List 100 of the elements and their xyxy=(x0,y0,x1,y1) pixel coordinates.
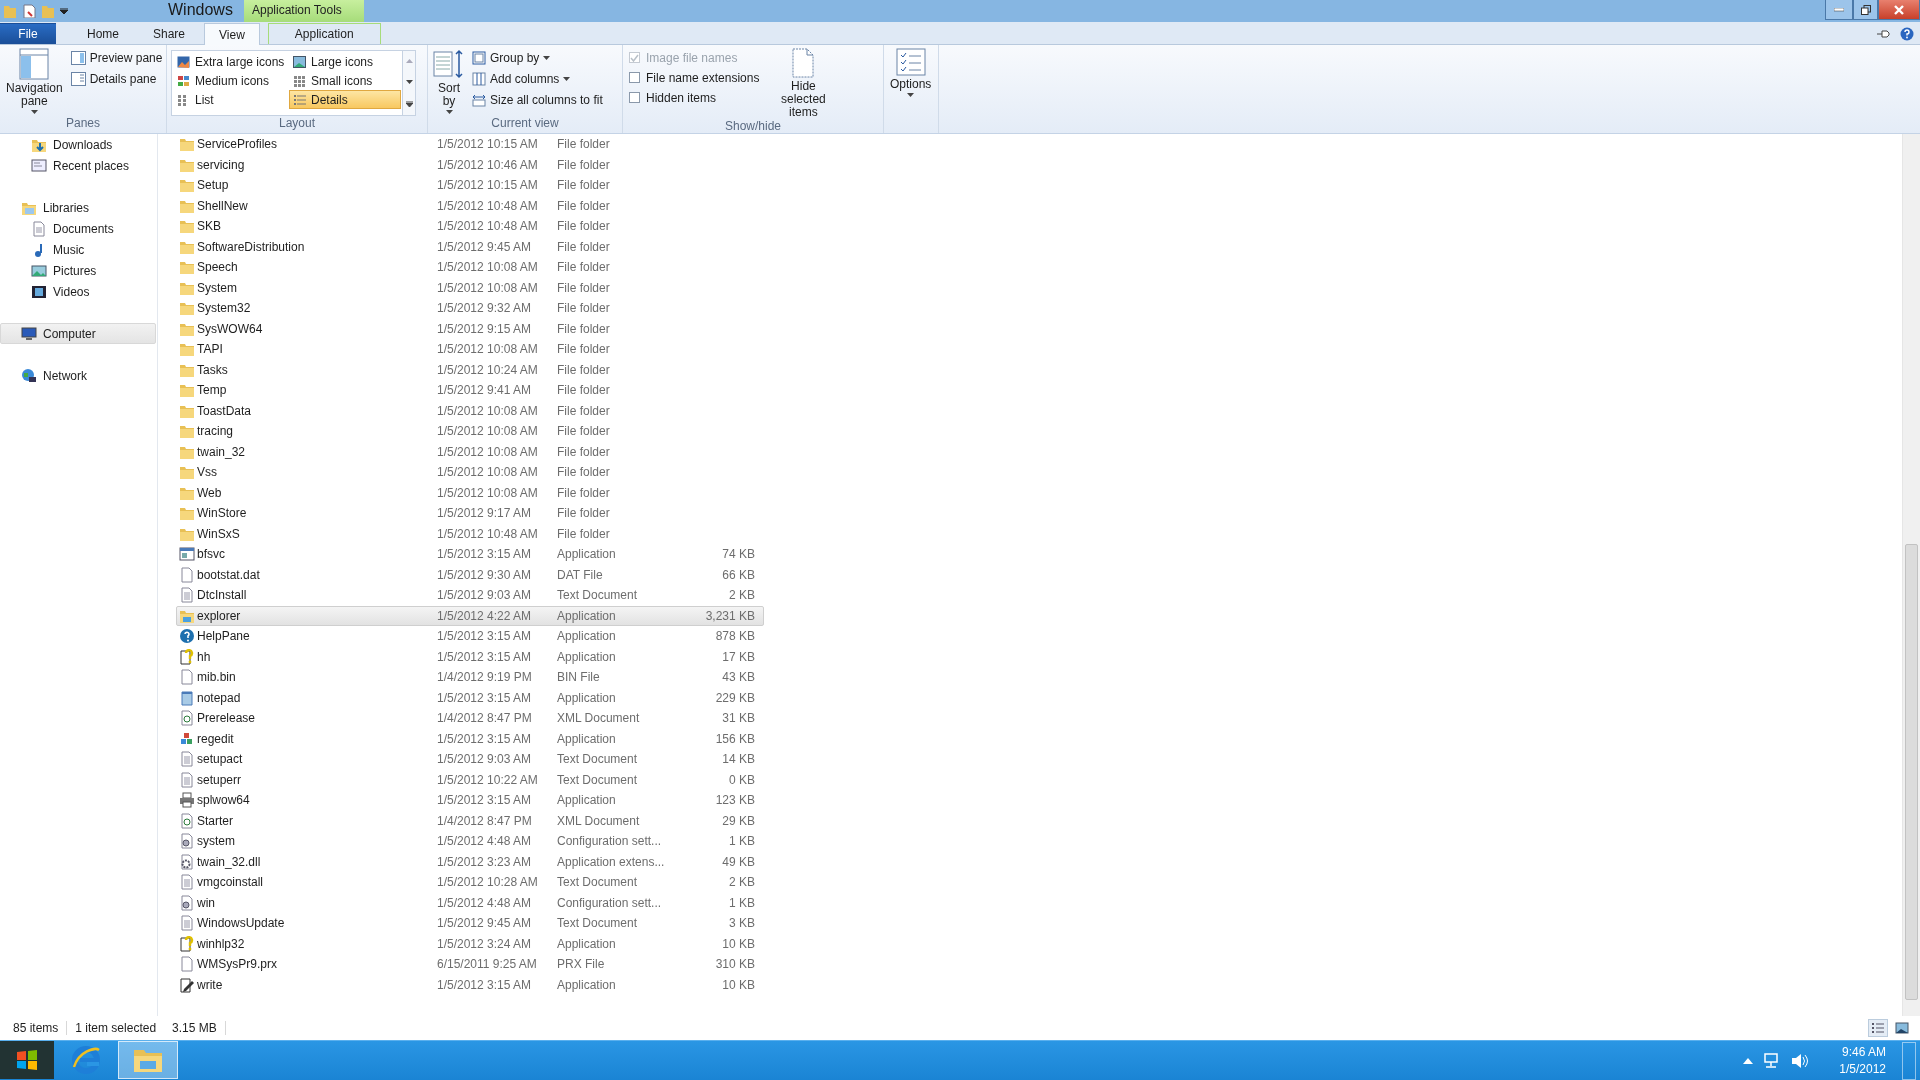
file-row[interactable]: winhlp32 1/5/2012 3:24 AM Application 10 KB xyxy=(176,933,764,954)
file-row[interactable]: Speech 1/5/2012 10:08 AM File folder xyxy=(176,257,764,278)
scroll-up-icon[interactable] xyxy=(405,59,413,64)
file-row[interactable]: Web 1/5/2012 10:08 AM File folder xyxy=(176,482,764,503)
navigation-item[interactable]: Pictures xyxy=(0,260,156,281)
file-row[interactable]: ServiceProfiles 1/5/2012 10:15 AM File folder xyxy=(176,134,764,155)
close-button[interactable] xyxy=(1878,0,1920,20)
navigation-pane-label: Navigation pane xyxy=(6,82,63,108)
ribbon-tab[interactable]: View xyxy=(204,23,260,45)
clock-date[interactable]: 1/5/2012 xyxy=(1839,1060,1886,1078)
file-row[interactable]: Starter 1/4/2012 8:47 PM XML Document 29 KB xyxy=(176,810,764,831)
file-row[interactable]: ShellNew 1/5/2012 10:48 AM File folder xyxy=(176,195,764,216)
file-type: Application xyxy=(557,793,617,808)
file-row[interactable]: TAPI 1/5/2012 10:08 AM File folder xyxy=(176,339,764,360)
file-row[interactable]: SoftwareDistribution 1/5/2012 9:45 AM File folder xyxy=(176,236,764,257)
checkbox[interactable]: File name extensions xyxy=(627,68,762,87)
file-row[interactable]: explorer 1/5/2012 4:22 AM Application 3,231 KB xyxy=(176,605,764,626)
file-row[interactable]: twain_32 1/5/2012 10:08 AM File folder xyxy=(176,441,764,462)
navigation-item[interactable]: Libraries xyxy=(0,197,156,218)
navigation-item[interactable]: Network xyxy=(0,365,156,386)
layout-option[interactable]: Details xyxy=(289,90,401,109)
file-row[interactable]: write 1/5/2012 3:15 AM Application 10 KB xyxy=(176,974,764,995)
file-row[interactable]: setupact 1/5/2012 9:03 AM Text Document 14 KB xyxy=(176,749,764,770)
file-row[interactable]: bootstat.dat 1/5/2012 9:30 AM DAT File 66 KB xyxy=(176,564,764,585)
caret-icon[interactable] xyxy=(60,8,68,14)
file-row[interactable]: WindowsUpdate 1/5/2012 9:45 AM Text Document 3 KB xyxy=(176,913,764,934)
ribbon-tab[interactable]: Application xyxy=(267,23,381,44)
file-row[interactable]: twain_32.dll 1/5/2012 3:23 AM Application extens... 49 KB xyxy=(176,851,764,872)
navigation-item[interactable]: Computer xyxy=(0,323,156,344)
start-button[interactable] xyxy=(0,1041,54,1079)
file-row[interactable]: WinSxS 1/5/2012 10:48 AM File folder xyxy=(176,523,764,544)
scroll-down-icon[interactable] xyxy=(405,80,413,84)
view-button[interactable]: Group by xyxy=(470,48,605,68)
file-row[interactable]: system 1/5/2012 4:48 AM Configuration sett... 1 KB xyxy=(176,831,764,852)
file-row[interactable]: hh 1/5/2012 3:15 AM Application 17 KB xyxy=(176,646,764,667)
view-button[interactable]: Size all columns to fit xyxy=(470,90,605,110)
file-row[interactable]: WinStore 1/5/2012 9:17 AM File folder xyxy=(176,503,764,524)
file-row[interactable]: tracing 1/5/2012 10:08 AM File folder xyxy=(176,421,764,442)
layout-option[interactable]: List xyxy=(173,90,289,109)
view-button[interactable]: Add columns xyxy=(470,69,605,89)
sort-by-button[interactable]: Sort by xyxy=(432,48,466,116)
layout-option[interactable]: Medium icons xyxy=(173,71,289,90)
caret-icon xyxy=(30,110,38,114)
explorer-taskbar-button[interactable] xyxy=(118,1041,178,1079)
hide-selected-button[interactable]: Hide selected items xyxy=(765,48,842,119)
file-row[interactable]: setuperr 1/5/2012 10:22 AM Text Document 0 KB xyxy=(176,769,764,790)
file-row[interactable]: SKB 1/5/2012 10:48 AM File folder xyxy=(176,216,764,237)
file-row[interactable]: vmgcoinstall 1/5/2012 10:28 AM Text Document 2 KB xyxy=(176,872,764,893)
settings-file-icon xyxy=(179,833,195,850)
file-row[interactable]: Vss 1/5/2012 10:08 AM File folder xyxy=(176,462,764,483)
view-toggle-button[interactable] xyxy=(1892,1019,1912,1037)
file-row[interactable]: Temp 1/5/2012 9:41 AM File folder xyxy=(176,380,764,401)
file-size: 156 KB xyxy=(714,731,755,746)
navigation-item[interactable]: Recent places xyxy=(0,155,156,176)
file-row[interactable]: regedit 1/5/2012 3:15 AM Application 156 KB xyxy=(176,728,764,749)
file-row[interactable]: notepad 1/5/2012 3:15 AM Application 229 KB xyxy=(176,687,764,708)
restore-button[interactable] xyxy=(1853,0,1878,20)
pin-icon[interactable] xyxy=(1876,28,1890,39)
navigation-item[interactable]: Music xyxy=(0,239,156,260)
options-button[interactable]: Options xyxy=(888,48,934,116)
navigation-item[interactable]: Documents xyxy=(0,218,156,239)
file-row[interactable]: win 1/5/2012 4:48 AM Configuration sett... 1 KB xyxy=(176,892,764,913)
file-row[interactable]: mib.bin 1/4/2012 9:19 PM BIN File 43 KB xyxy=(176,667,764,688)
file-row[interactable]: SysWOW64 1/5/2012 9:15 AM File folder xyxy=(176,318,764,339)
file-row[interactable]: bfsvc 1/5/2012 3:15 AM Application 74 KB xyxy=(176,544,764,565)
help-icon[interactable] xyxy=(1900,26,1914,41)
ribbon-tab[interactable]: File xyxy=(0,23,56,44)
details-pane-icon xyxy=(70,72,86,86)
file-row[interactable]: servicing 1/5/2012 10:46 AM File folder xyxy=(176,154,764,175)
ribbon-tab[interactable]: Home xyxy=(72,23,134,44)
file-row[interactable]: System32 1/5/2012 9:32 AM File folder xyxy=(176,298,764,319)
navigation-item[interactable]: Videos xyxy=(0,281,156,302)
scrollbar-thumb[interactable] xyxy=(1905,544,1918,1000)
pane-button[interactable]: Details pane xyxy=(68,69,165,89)
expand-gallery-icon[interactable] xyxy=(405,100,413,107)
file-row[interactable]: DtcInstall 1/5/2012 9:03 AM Text Document 2 KB xyxy=(176,585,764,606)
file-row[interactable]: System 1/5/2012 10:08 AM File folder xyxy=(176,277,764,298)
file-row[interactable]: splwow64 1/5/2012 3:15 AM Application 123 KB xyxy=(176,790,764,811)
file-type: Application xyxy=(557,977,617,992)
layout-option[interactable]: Extra large icons xyxy=(173,52,289,71)
ribbon-tab[interactable]: Share xyxy=(138,23,201,44)
file-type: XML Document xyxy=(557,711,641,726)
layout-option[interactable]: Large icons xyxy=(289,52,401,71)
vertical-scrollbar[interactable] xyxy=(1902,134,1920,1016)
file-row[interactable]: Prerelease 1/4/2012 8:47 PM XML Document 31 KB xyxy=(176,708,764,729)
file-row[interactable]: ToastData 1/5/2012 10:08 AM File folder xyxy=(176,400,764,421)
speaker-icon[interactable] xyxy=(1791,1052,1810,1069)
navigation-item[interactable]: Downloads xyxy=(0,134,156,155)
file-row[interactable]: Tasks 1/5/2012 10:24 AM File folder xyxy=(176,359,764,380)
file-row[interactable]: HelpPane 1/5/2012 3:15 AM Application 878 KB xyxy=(176,626,764,647)
file-row[interactable]: Setup 1/5/2012 10:15 AM File folder xyxy=(176,175,764,196)
file-type: File folder xyxy=(557,239,611,254)
properties-page-icon[interactable] xyxy=(22,4,36,18)
navigation-pane-button[interactable]: Navigation pane xyxy=(4,48,65,116)
checkbox[interactable]: Hidden items xyxy=(627,88,762,107)
view-toggle-button[interactable] xyxy=(1868,1019,1888,1037)
pane-button[interactable]: Preview pane xyxy=(68,48,165,68)
show-hidden-icons-icon[interactable] xyxy=(1743,1057,1754,1064)
file-row[interactable]: WMSysPr9.prx 6/15/2011 9:25 AM PRX File 310 KB xyxy=(176,954,764,975)
layout-option[interactable]: Small icons xyxy=(289,71,401,90)
